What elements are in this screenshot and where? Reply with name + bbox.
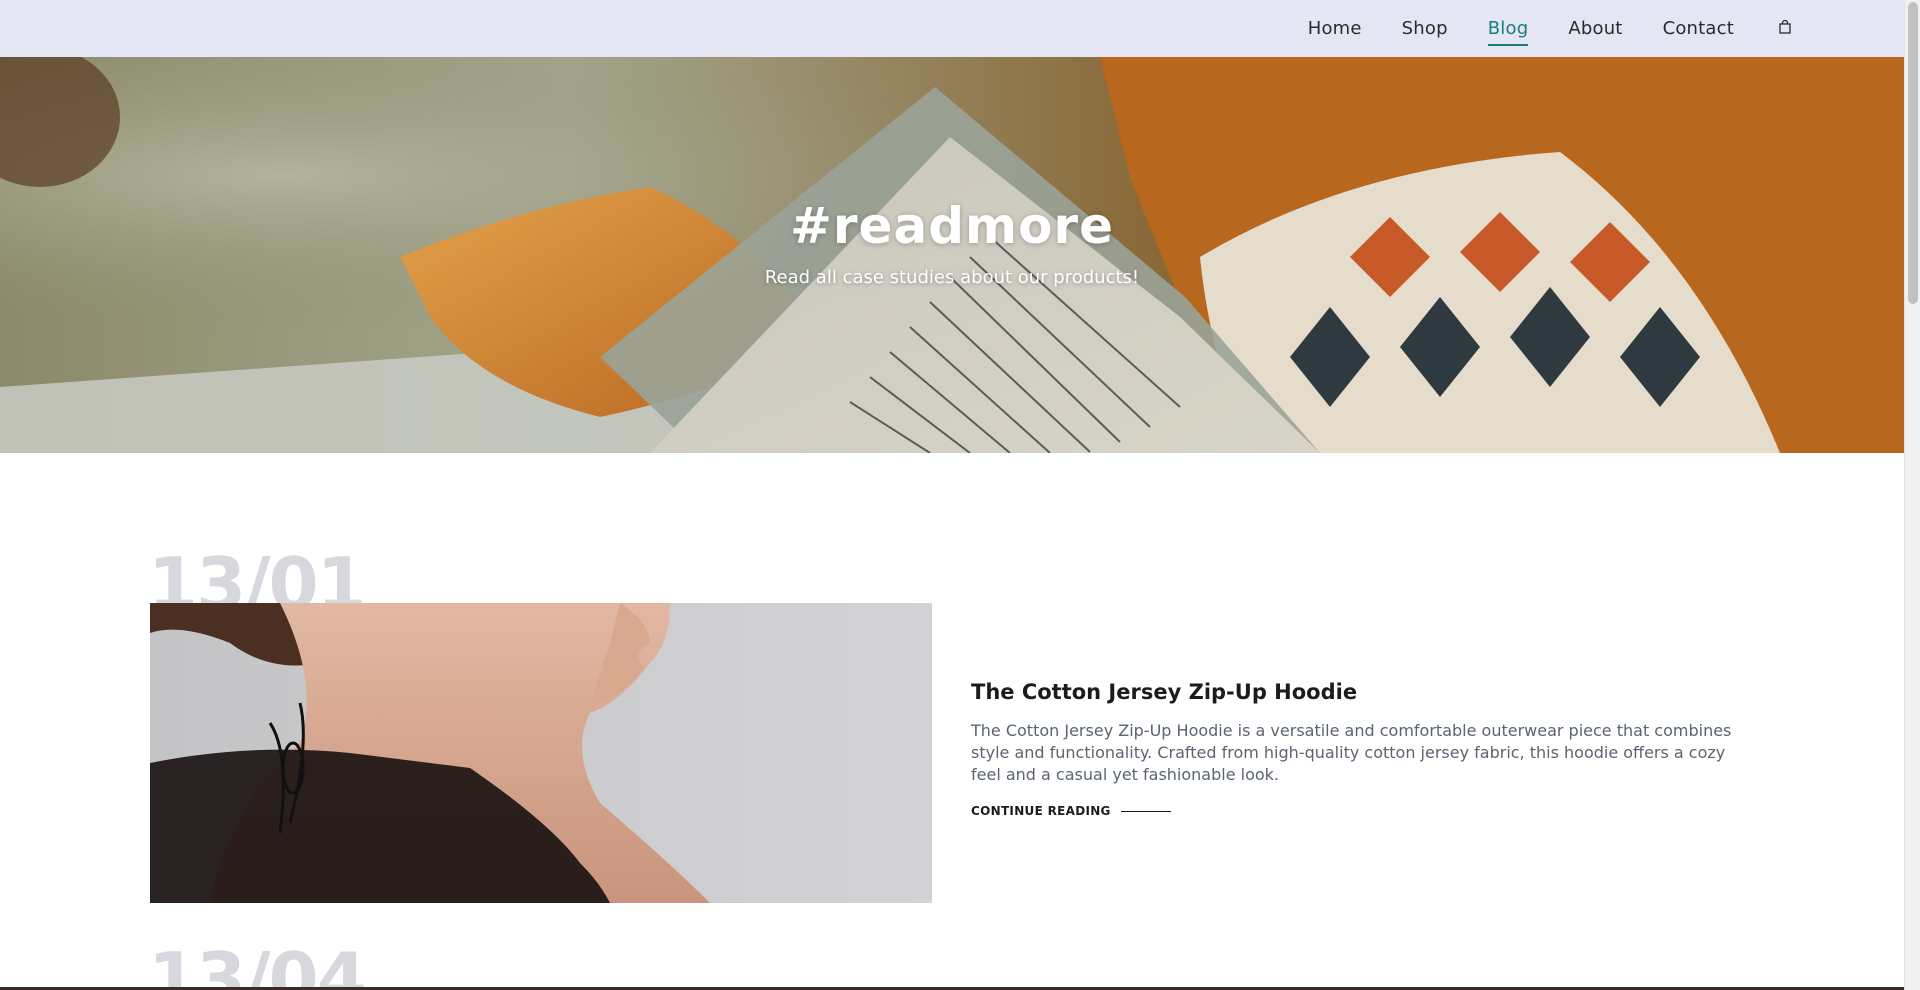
model-back-photo <box>150 603 932 903</box>
post-image[interactable] <box>150 603 932 903</box>
post-date: 13/04 <box>148 937 367 990</box>
continue-reading-label: CONTINUE READING <box>971 804 1111 818</box>
nav-blog[interactable]: Blog <box>1487 14 1529 46</box>
nav-shop[interactable]: Shop <box>1402 14 1448 43</box>
site-header: Home Shop Blog About Contact <box>0 0 1904 57</box>
main-nav: Home Shop Blog About Contact <box>1308 14 1792 46</box>
post-title[interactable]: The Cotton Jersey Zip-Up Hoodie <box>971 680 1751 704</box>
nav-about[interactable]: About <box>1568 14 1622 43</box>
hero-subtitle: Read all case studies about our products… <box>764 267 1140 288</box>
cart-button[interactable] <box>1774 14 1792 43</box>
nav-home[interactable]: Home <box>1308 14 1362 43</box>
post-body: The Cotton Jersey Zip-Up Hoodie The Cott… <box>971 680 1751 818</box>
hero-title: #readmore <box>789 197 1114 255</box>
continue-reading-link[interactable]: CONTINUE READING <box>971 804 1751 818</box>
nav-contact[interactable]: Contact <box>1663 14 1734 43</box>
post-excerpt: The Cotton Jersey Zip-Up Hoodie is a ver… <box>971 721 1732 784</box>
hero-banner: #readmore Read all case studies about ou… <box>0 57 1904 453</box>
hero-background-image <box>0 57 1904 453</box>
page-scrollbar[interactable] <box>1904 0 1920 990</box>
arrow-line-icon <box>1120 810 1171 812</box>
shopping-bag-icon <box>1779 20 1791 34</box>
scrollbar-thumb[interactable] <box>1908 2 1918 304</box>
